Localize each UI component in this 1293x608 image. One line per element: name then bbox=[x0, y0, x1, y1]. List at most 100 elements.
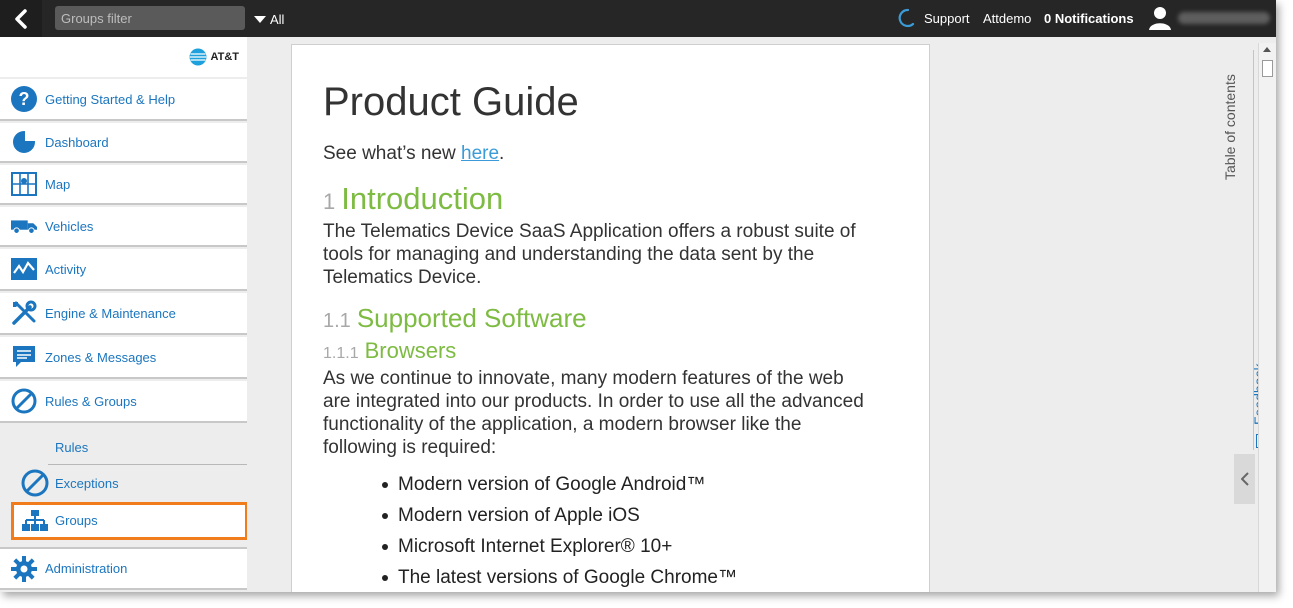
heading-introduction: 1 Introduction bbox=[323, 181, 503, 217]
text-line: following is required: bbox=[323, 437, 497, 458]
list-item-text: Modern version of Apple iOS bbox=[398, 505, 640, 526]
bullet-icon bbox=[382, 481, 388, 488]
nav-label: Map bbox=[45, 176, 71, 192]
text-line: are integrated into our products. In ord… bbox=[323, 391, 864, 412]
sub-item-exceptions[interactable]: Exceptions bbox=[0, 466, 247, 500]
sidebar: AT&T ? Getting Started & Help Dashboard … bbox=[0, 37, 248, 592]
sub-item-label: Groups bbox=[55, 513, 98, 528]
nav-label: Administration bbox=[45, 561, 128, 576]
list-item: The latest versions of Google Chrome™ bbox=[382, 562, 737, 592]
tools-icon bbox=[11, 300, 37, 326]
nav-item-rules-groups[interactable]: Rules & Groups bbox=[0, 381, 247, 423]
help-icon: ? bbox=[11, 86, 37, 112]
user-avatar-icon[interactable] bbox=[1148, 6, 1172, 30]
prohibit-icon bbox=[11, 388, 37, 414]
logo-text: AT&T bbox=[210, 51, 239, 63]
att-globe-icon bbox=[189, 48, 207, 66]
gear-icon bbox=[11, 555, 37, 582]
org-chart-icon bbox=[22, 510, 48, 537]
bullet-icon bbox=[382, 574, 388, 581]
heading-text: Supported Software bbox=[356, 303, 587, 333]
nav-label: Vehicles bbox=[45, 218, 94, 234]
groups-filter-input[interactable] bbox=[55, 6, 245, 30]
scope-label: All bbox=[270, 11, 285, 27]
table-of-contents-toggle[interactable]: Table of contents bbox=[1222, 55, 1244, 180]
back-button[interactable] bbox=[0, 0, 42, 37]
list-item: Modern version of Google Android™ bbox=[382, 469, 737, 500]
nav-label: Getting Started & Help bbox=[45, 91, 176, 107]
text-line: functionality of the application, a mode… bbox=[323, 414, 802, 435]
heading-number: 1.1.1 bbox=[323, 345, 359, 362]
nav-item-administration[interactable]: Administration bbox=[0, 547, 247, 590]
nav-label: Engine & Maintenance bbox=[45, 305, 176, 321]
truck-icon bbox=[11, 213, 37, 239]
nav-label: Rules & Groups bbox=[45, 393, 137, 409]
caret-down-icon bbox=[254, 15, 266, 23]
scroll-thumb[interactable] bbox=[1262, 60, 1273, 77]
chevron-left-icon bbox=[15, 8, 27, 29]
toc-label: Table of contents bbox=[1222, 74, 1238, 180]
whats-new-prefix: See what’s new bbox=[323, 143, 462, 164]
user-email-redacted bbox=[1178, 12, 1270, 24]
nav-label: Dashboard bbox=[45, 134, 109, 150]
nav-item-engine-maintenance[interactable]: Engine & Maintenance bbox=[0, 293, 247, 335]
nav-item-dashboard[interactable]: Dashboard bbox=[0, 123, 247, 163]
document-page: Product Guide See what’s new here. 1 Intr… bbox=[291, 44, 930, 592]
intro-paragraph: The Telematics Device SaaS Application o… bbox=[323, 220, 856, 289]
nav-item-map[interactable]: Map bbox=[0, 165, 247, 205]
whats-new-link[interactable]: here bbox=[461, 143, 499, 164]
sub-item-groups-selected[interactable]: Groups bbox=[11, 502, 248, 540]
support-link[interactable]: Support bbox=[898, 8, 970, 28]
heading-number: 1.1 bbox=[323, 310, 351, 332]
top-bar: All Support Attdemo 0 Notifications bbox=[0, 0, 1276, 37]
pie-chart-icon bbox=[11, 129, 37, 155]
text-line: The Telematics Device SaaS Application o… bbox=[323, 221, 856, 242]
list-item-text: The latest versions of Google Chrome™ bbox=[398, 567, 737, 588]
att-logo: AT&T bbox=[189, 48, 239, 66]
sub-item-rules[interactable]: Rules bbox=[55, 440, 88, 455]
scope-dropdown[interactable]: All bbox=[254, 10, 284, 28]
nav-item-vehicles[interactable]: Vehicles bbox=[0, 207, 247, 247]
list-item: Microsoft Internet Explorer® 10+ bbox=[382, 531, 737, 562]
list-item-text: Modern version of Google Android™ bbox=[398, 474, 706, 495]
browsers-paragraph: As we continue to innovate, many modern … bbox=[323, 367, 864, 459]
nav-label: Activity bbox=[45, 261, 87, 277]
collapse-panel-button[interactable] bbox=[1234, 454, 1255, 504]
sub-item-label: Exceptions bbox=[55, 476, 119, 491]
map-icon bbox=[11, 171, 37, 197]
scroll-up-arrow[interactable] bbox=[1263, 47, 1271, 52]
user-name-link[interactable]: Attdemo bbox=[983, 11, 1031, 26]
logo-row: AT&T bbox=[0, 37, 247, 77]
main-content: Product Guide See what’s new here. 1 Intr… bbox=[247, 37, 1257, 592]
whats-new-suffix: . bbox=[499, 143, 505, 164]
page-title: Product Guide bbox=[323, 80, 579, 124]
whats-new-line: See what’s new here. bbox=[323, 142, 504, 165]
heading-text: Introduction bbox=[341, 181, 504, 216]
heading-number: 1 bbox=[323, 189, 336, 214]
browser-list: Modern version of Google Android™ Modern… bbox=[382, 469, 737, 592]
nav-label: Zones & Messages bbox=[45, 349, 157, 365]
heading-browsers: 1.1.1 Browsers bbox=[323, 338, 456, 364]
support-label: Support bbox=[924, 10, 970, 26]
text-line: As we continue to innovate, many modern … bbox=[323, 368, 844, 389]
message-icon bbox=[11, 344, 37, 370]
prohibit-icon bbox=[21, 469, 49, 502]
app-window: All Support Attdemo 0 Notifications AT&T bbox=[0, 0, 1276, 592]
notifications-link[interactable]: 0 Notifications bbox=[1044, 11, 1134, 26]
nav-item-activity[interactable]: Activity bbox=[0, 249, 247, 291]
bullet-icon bbox=[382, 512, 388, 519]
chevron-left-icon bbox=[1240, 472, 1249, 486]
vertical-scrollbar[interactable] bbox=[1258, 43, 1276, 592]
list-item-text: Microsoft Internet Explorer® 10+ bbox=[398, 536, 673, 557]
activity-chart-icon bbox=[11, 256, 37, 282]
nav-item-zones-messages[interactable]: Zones & Messages bbox=[0, 337, 247, 379]
nav-item-getting-started[interactable]: ? Getting Started & Help bbox=[0, 79, 247, 121]
text-line: tools for managing and understanding the… bbox=[323, 244, 815, 265]
text-line: Telematics Device. bbox=[323, 267, 482, 288]
divider bbox=[48, 464, 247, 465]
heading-supported-software: 1.1 Supported Software bbox=[323, 303, 587, 334]
list-item: Modern version of Apple iOS bbox=[382, 500, 737, 531]
bullet-icon bbox=[382, 543, 388, 550]
heading-text: Browsers bbox=[364, 338, 457, 363]
svg-text:?: ? bbox=[19, 89, 30, 109]
